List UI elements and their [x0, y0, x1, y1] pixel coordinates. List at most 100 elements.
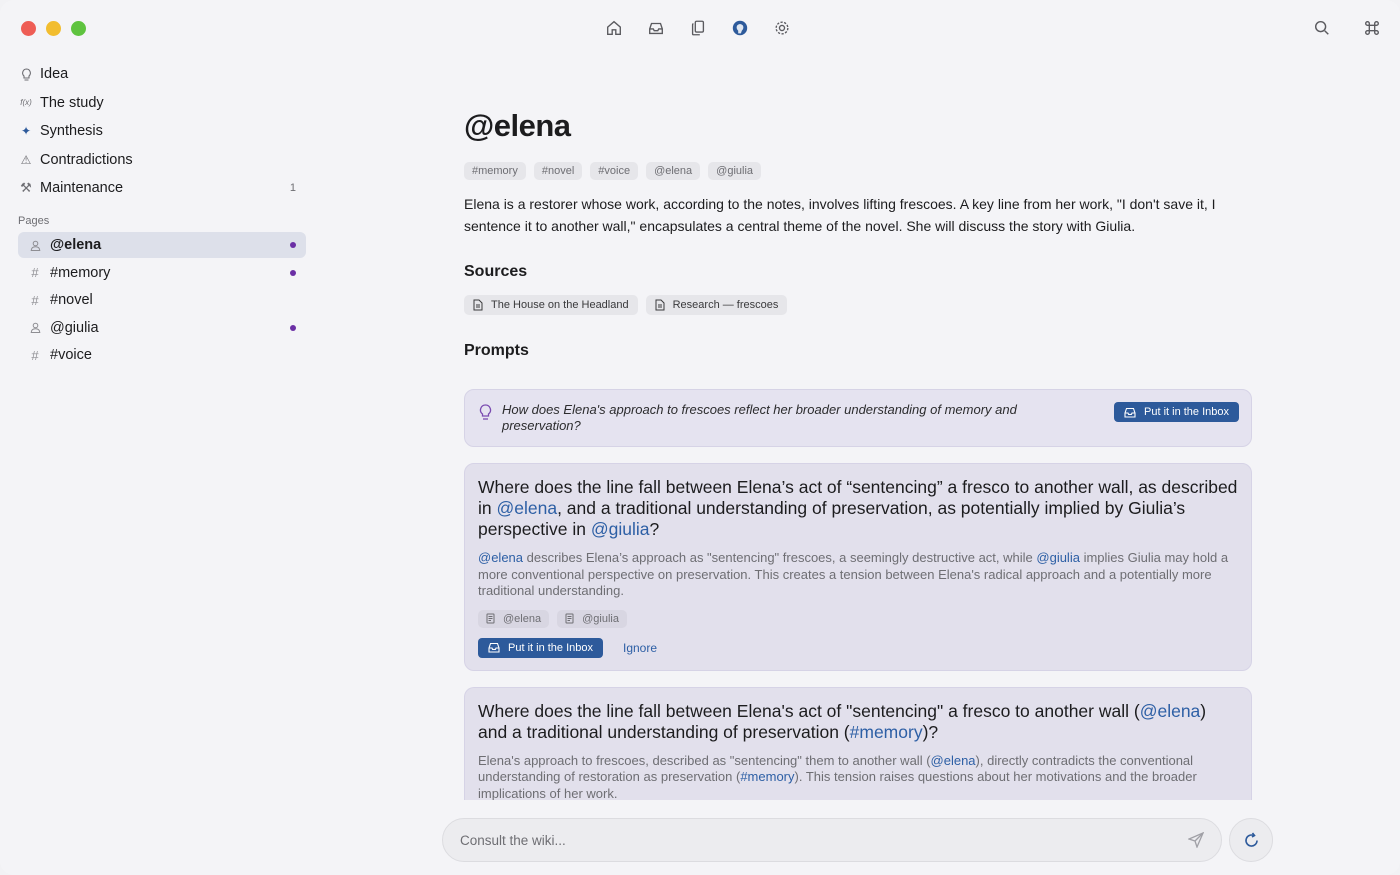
- documents-icon[interactable]: [688, 18, 708, 38]
- sidebar-item-label: Contradictions: [40, 151, 133, 168]
- prompt-question: Where does the line fall between Elena's…: [478, 701, 1238, 743]
- tag-chip[interactable]: @giulia: [708, 162, 762, 180]
- lightbulb-icon: [18, 68, 34, 81]
- mention-link[interactable]: @elena: [496, 498, 557, 518]
- document-icon: [655, 299, 665, 311]
- mention-link[interactable]: @giulia: [1036, 550, 1080, 565]
- reference-chip[interactable]: @elena: [478, 609, 550, 628]
- page-label: #novel: [50, 292, 93, 308]
- unread-dot: [290, 269, 296, 276]
- prompt-text: How does Elena's approach to frescoes re…: [502, 402, 1017, 433]
- search-icon[interactable]: [1312, 18, 1332, 38]
- sidebar-item-synthesis[interactable]: ✦ Synthesis: [0, 117, 318, 146]
- inbox-icon: [488, 642, 500, 653]
- person-icon: [28, 240, 42, 251]
- tag-list: #memory #novel #voice @elena @giulia: [464, 162, 1252, 180]
- zoom-window-button[interactable]: [71, 21, 86, 36]
- command-icon[interactable]: [1362, 18, 1382, 38]
- button-label: Put it in the Inbox: [508, 641, 593, 654]
- page-label: #voice: [50, 347, 92, 363]
- sidebar-item-idea[interactable]: Idea: [0, 60, 318, 89]
- brain-icon[interactable]: [730, 18, 750, 38]
- put-in-inbox-button[interactable]: Put it in the Inbox: [478, 637, 603, 658]
- page-label: #memory: [50, 264, 111, 281]
- page-title: @elena: [464, 108, 571, 143]
- sources-heading: Sources: [464, 263, 528, 280]
- mention-link[interactable]: #memory: [740, 769, 794, 784]
- mention-link[interactable]: @elena: [478, 550, 523, 565]
- tag-chip[interactable]: @elena: [646, 162, 701, 180]
- question-text: )?: [922, 721, 939, 742]
- sidebar-page-elena[interactable]: @elena: [18, 232, 306, 258]
- sidebar-item-label: Idea: [40, 66, 69, 83]
- lightbulb-icon: [479, 404, 492, 420]
- sidebar-item-contradictions[interactable]: ⚠ Contradictions: [0, 146, 318, 175]
- minimize-window-button[interactable]: [46, 21, 61, 36]
- maintenance-count-badge: 1: [289, 182, 296, 195]
- wiki-query-bar: [442, 818, 1222, 862]
- refresh-icon: [1244, 832, 1258, 847]
- page-icon: [565, 613, 574, 624]
- unread-dot: [290, 242, 296, 248]
- reference-label: @giulia: [582, 612, 619, 625]
- mention-link[interactable]: @elena: [931, 753, 976, 768]
- tag-chip[interactable]: #novel: [533, 162, 583, 180]
- source-chip[interactable]: Research — frescoes: [645, 295, 788, 315]
- scroll-fade: [440, 800, 1270, 818]
- top-right-tools: [1312, 18, 1382, 38]
- sidebar-page-giulia[interactable]: @giulia: [18, 315, 306, 341]
- explanation-text: describes Elena’s approach as "sentencin…: [523, 550, 1037, 565]
- mention-link[interactable]: @elena: [1140, 701, 1201, 721]
- source-chip[interactable]: The House on the Headland: [464, 295, 638, 315]
- settings-icon[interactable]: [772, 18, 792, 38]
- sidebar-page-novel[interactable]: # #novel: [18, 287, 306, 313]
- hash-icon: #: [31, 292, 39, 308]
- page-label: @elena: [50, 237, 102, 253]
- sidebar-page-voice[interactable]: # #voice: [18, 342, 306, 368]
- sidebar-item-maintenance[interactable]: ⚒ Maintenance 1: [0, 174, 318, 203]
- document-icon: [473, 299, 483, 311]
- window-controls: [21, 21, 86, 36]
- prompt-explanation: Elena's approach to frescoes, described …: [478, 753, 1238, 800]
- card-actions: Put it in the Inbox Ignore: [478, 637, 1238, 658]
- pages-section-label: Pages: [18, 214, 50, 227]
- warning-icon: ⚠: [20, 152, 32, 167]
- page-content: @elena #memory #novel #voice @elena @giu…: [464, 100, 1252, 800]
- tag-chip[interactable]: #voice: [590, 162, 639, 180]
- sidebar-item-label: The study: [40, 94, 104, 111]
- close-window-button[interactable]: [21, 21, 36, 36]
- mention-link[interactable]: #memory: [850, 722, 923, 742]
- source-label: The House on the Headland: [491, 299, 629, 311]
- person-icon: [28, 322, 42, 333]
- sidebar: Idea f(x) The study ✦ Synthesis ⚠ Contra…: [0, 60, 318, 370]
- prompts-heading: Prompts: [464, 342, 529, 359]
- question-text: , and a traditional understanding of pre…: [478, 498, 1186, 539]
- reference-list: @elena @giulia: [478, 609, 1238, 628]
- sparkle-icon: ✦: [20, 124, 32, 139]
- send-icon[interactable]: [1188, 832, 1204, 848]
- sidebar-item-label: Synthesis: [40, 123, 103, 140]
- button-label: Put it in the Inbox: [1144, 406, 1229, 418]
- prompt-card: Where does the line fall between Elena's…: [464, 686, 1252, 800]
- inbox-icon: [1124, 407, 1136, 418]
- put-in-inbox-button[interactable]: Put it in the Inbox: [1114, 402, 1239, 422]
- function-icon: f(x): [20, 98, 32, 108]
- reference-label: @elena: [503, 612, 542, 625]
- page-label: @giulia: [50, 319, 99, 336]
- mention-link[interactable]: @giulia: [591, 519, 650, 539]
- question-text: ?: [649, 519, 660, 539]
- sidebar-page-memory[interactable]: # #memory: [18, 260, 306, 286]
- home-icon[interactable]: [604, 18, 624, 38]
- sidebar-item-the-study[interactable]: f(x) The study: [0, 89, 318, 118]
- prompt-suggestion: How does Elena's approach to frescoes re…: [464, 389, 1252, 447]
- page-description: Elena is a restorer whose work, accordin…: [464, 196, 1216, 234]
- wiki-query-input[interactable]: [460, 832, 1188, 848]
- source-list: The House on the Headland Research — fre…: [464, 295, 1252, 315]
- tag-chip[interactable]: #memory: [464, 162, 526, 180]
- inbox-icon[interactable]: [646, 18, 666, 38]
- sidebar-item-label: Maintenance: [40, 180, 124, 197]
- app-window: Idea f(x) The study ✦ Synthesis ⚠ Contra…: [0, 0, 1400, 875]
- reference-chip[interactable]: @giulia: [557, 609, 627, 628]
- refresh-button[interactable]: [1229, 818, 1273, 862]
- ignore-button[interactable]: Ignore: [615, 638, 665, 658]
